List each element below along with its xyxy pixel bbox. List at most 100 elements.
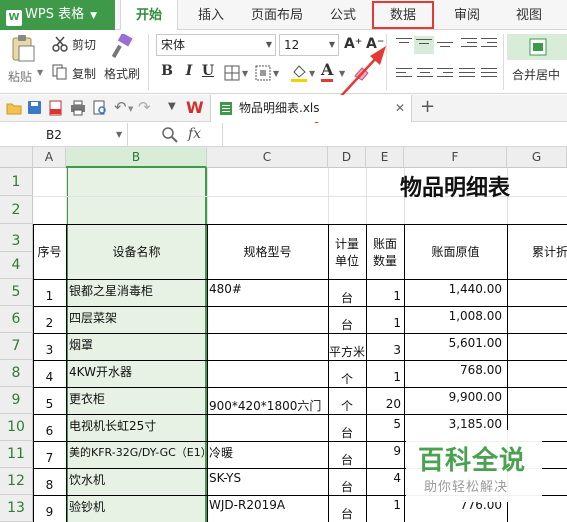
tab-insert[interactable]: 插入 [186,0,236,30]
cell-value[interactable]: 3,185.00 [404,417,502,431]
cell-spec[interactable]: 900*420*1800六门 [209,397,327,414]
cell-qty[interactable]: 5 [366,417,401,431]
export-pdf-icon[interactable] [48,100,64,116]
row-header[interactable]: 3 [0,224,33,252]
row-header[interactable]: 10 [0,414,33,441]
cut-button[interactable]: 剪切 [72,36,96,53]
indent-decrease-icon[interactable] [461,38,477,52]
chevron-down-icon[interactable]: ▼ [168,101,176,112]
insert-function-button[interactable]: fx [188,126,201,142]
cell-value[interactable]: 1,008.00 [404,309,502,323]
merge-center-button[interactable]: 合并居中 [512,66,560,83]
cell-value[interactable]: 768.00 [404,363,502,377]
cell-value[interactable]: 9,900.00 [404,390,502,404]
cell-qty[interactable]: 1 [366,498,401,512]
cell-name[interactable]: 饮水机 [69,471,205,488]
cell-name[interactable]: 验钞机 [69,498,205,515]
cell-qty[interactable]: 1 [366,370,401,384]
cell-qty[interactable]: 1 [366,316,401,330]
new-tab-icon[interactable]: + [420,96,435,117]
cell-unit[interactable]: 平方米 [328,343,366,360]
italic-button[interactable]: I [180,63,198,79]
cell-qty[interactable]: 9 [366,444,401,458]
tab-formula[interactable]: 公式 [318,0,368,30]
tab-view[interactable]: 视图 [504,0,554,30]
paste-button[interactable]: 粘贴 [8,68,32,85]
column-header-d[interactable]: D [328,147,366,168]
close-tab-icon[interactable]: ✕ [395,95,405,122]
cell-unit[interactable]: 台 [328,451,366,468]
cell-unit[interactable]: 台 [328,424,366,441]
cell-qty[interactable]: 4 [366,471,401,485]
distributed-align-icon[interactable] [481,68,497,82]
paste-icon[interactable] [10,34,36,62]
print-preview-icon[interactable] [92,100,108,116]
format-painter-button[interactable]: 格式刷 [104,65,140,82]
cell-spec[interactable]: 冷暖 [209,444,327,461]
cell-value[interactable]: 5,601.00 [404,336,502,350]
cell-spec[interactable]: WJD-R2019A [209,498,327,512]
cell-seq[interactable]: 6 [33,424,66,438]
underline-button[interactable]: U [199,63,217,79]
cell-seq[interactable]: 3 [33,343,66,357]
row-header[interactable]: 7 [0,333,33,360]
row-header[interactable]: 5 [0,279,33,306]
cell-name[interactable]: 四层菜架 [69,309,205,326]
cell-seq[interactable]: 9 [33,505,66,519]
column-header-e[interactable]: E [366,147,404,168]
align-middle-icon[interactable] [414,36,434,54]
cell-spec[interactable]: 480# [209,282,327,296]
cell-seq[interactable]: 2 [33,316,66,330]
column-header-f[interactable]: F [404,147,507,168]
cell-unit[interactable]: 个 [328,370,366,387]
open-folder-icon[interactable] [6,101,22,115]
cell-name[interactable]: 银都之星消毒柜 [69,282,205,299]
cell-qty[interactable]: 1 [366,289,401,303]
cell-name[interactable]: 4KW开水器 [69,363,205,380]
cell-name[interactable]: 美的KFR-32G/DY-GC（E1） [69,444,207,460]
bold-button[interactable]: B [158,63,176,79]
tab-review[interactable]: 审阅 [442,0,492,30]
cell-value[interactable]: 1,440.00 [404,282,502,296]
tab-page-layout[interactable]: 页面布局 [244,0,310,30]
indent-increase-icon[interactable] [481,38,497,52]
row-header[interactable]: 12 [0,468,33,495]
cell-seq[interactable]: 4 [33,370,66,384]
cell-seq[interactable]: 1 [33,289,66,303]
cell-name[interactable]: 电视机长虹25寸 [69,417,205,434]
cell-unit[interactable]: 台 [328,316,366,333]
chevron-down-icon[interactable]: ▼ [128,105,133,113]
row-header[interactable]: 11 [0,441,33,468]
row-header[interactable]: 1 [0,168,33,196]
row-header[interactable]: 13 [0,495,33,522]
cell-name[interactable]: 烟罩 [69,336,205,353]
cell-seq[interactable]: 5 [33,397,66,411]
document-tab[interactable]: 物品明细表.xls ✕ [210,95,412,122]
align-center-icon[interactable] [417,68,433,82]
row-header[interactable]: 9 [0,387,33,414]
cell-unit[interactable]: 台 [328,505,366,522]
cell-qty[interactable]: 3 [366,343,401,357]
merge-center-icon-area[interactable] [507,34,567,60]
select-all-corner[interactable] [0,147,33,168]
align-bottom-icon[interactable] [437,42,453,56]
cell-unit[interactable]: 个 [328,397,366,414]
redo-icon[interactable]: ↷ [138,98,151,116]
row-header[interactable]: 8 [0,360,33,387]
zoom-magnifier-icon[interactable] [162,127,178,143]
tab-home[interactable]: 开始 [120,0,178,31]
chevron-down-icon[interactable]: ▼ [273,69,279,78]
cell-seq[interactable]: 7 [33,451,66,465]
cell-spec[interactable]: SK-YS [209,471,327,485]
align-right-icon[interactable] [437,68,453,82]
column-header-c[interactable]: C [207,147,328,168]
app-menu-button[interactable]: W WPS 表格 ▼ [0,0,115,30]
row-header[interactable]: 4 [0,252,33,279]
cell-qty[interactable]: 20 [366,397,401,411]
format-painter-icon[interactable] [110,34,134,60]
column-header-a[interactable]: A [33,147,66,168]
font-name-select[interactable]: 宋体 ▼ [156,34,276,56]
row-header[interactable]: 6 [0,306,33,333]
border-icon[interactable] [224,65,240,81]
cell-name[interactable]: 更衣柜 [69,390,205,407]
